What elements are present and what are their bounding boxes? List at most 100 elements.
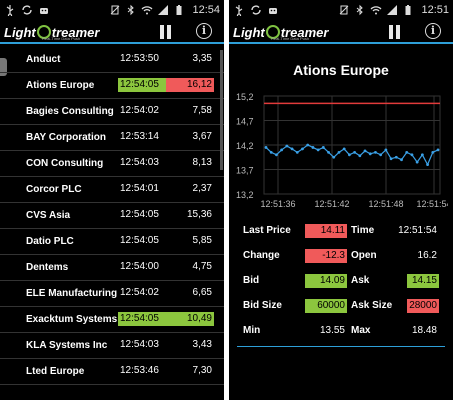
max-value: 18.48	[411, 325, 437, 336]
data-point	[285, 144, 289, 148]
no-sim-icon	[340, 5, 349, 15]
stock-name: Lted Europe	[26, 366, 85, 377]
info-button[interactable]: i	[425, 23, 441, 39]
list-item[interactable]: Dentems 12:54:00 4,75	[0, 255, 224, 281]
stock-price: 4,75	[192, 261, 212, 272]
data-point	[332, 155, 336, 159]
stock-name: Anduct	[26, 54, 61, 65]
stock-time: 12:54:02	[120, 105, 159, 116]
data-point	[275, 153, 278, 157]
list-item[interactable]: BAY Corporation 12:53:14 3,67	[0, 125, 224, 151]
stock-name: Corcor PLC	[26, 184, 82, 195]
stock-time: 12:54:03	[120, 157, 159, 168]
data-point	[306, 143, 310, 147]
stock-price: 3,35	[192, 53, 212, 64]
data-point	[264, 146, 268, 149]
stock-time: 12:54:03	[120, 339, 159, 350]
sync-icon	[251, 5, 261, 15]
stock-price: 3,43	[192, 339, 212, 350]
data-point	[353, 150, 357, 154]
time-label: Time	[351, 225, 375, 236]
list-item[interactable]: Datio PLC 12:54:05 5,85	[0, 229, 224, 255]
list-item[interactable]: CVS Asia 12:54:05 15,36	[0, 203, 224, 229]
stock-name: CON Consulting	[26, 158, 104, 169]
list-item[interactable]: Anduct 12:53:50 3,35	[0, 47, 224, 73]
status-bar: 12:54	[0, 0, 224, 20]
ask-size-value: 28000	[407, 299, 439, 313]
stock-time: 12:53:46	[120, 365, 159, 376]
usb-icon	[6, 5, 14, 16]
signal-icon	[387, 5, 398, 15]
info-button[interactable]: i	[196, 23, 212, 39]
wifi-icon	[142, 6, 153, 15]
lightstreamer-logo: Light treamer Real-Time Data Push	[233, 23, 328, 42]
stock-price: 10,49	[166, 312, 214, 326]
bluetooth-icon	[128, 4, 135, 16]
scrollbar[interactable]	[220, 50, 223, 170]
list-item[interactable]: Ations Europe 12:54:05 16,12	[0, 73, 224, 99]
bid-size-value: 60000	[305, 299, 347, 313]
info-icon: i	[430, 24, 436, 37]
y-tick-label: 13,7	[236, 166, 254, 176]
data-point	[327, 150, 330, 154]
stock-name: Ations Europe	[26, 80, 95, 91]
left-phone-screen: 12:54 Light treamer Real-Time Data Push i…	[0, 0, 224, 400]
stock-time: 12:54:05	[118, 78, 166, 92]
data-point	[436, 148, 440, 152]
data-point	[316, 148, 320, 152]
stock-title: Ations Europe	[293, 62, 389, 78]
data-point	[374, 150, 377, 154]
list-item[interactable]: KLA Systems Inc 12:54:03 3,43	[0, 333, 224, 359]
battery-icon	[176, 5, 182, 15]
list-item[interactable]: Lted Europe 12:53:46 7,30	[0, 359, 224, 385]
pause-button[interactable]	[389, 25, 403, 39]
y-tick-label: 15,2	[236, 92, 254, 102]
x-tick-label: 12:51:48	[368, 199, 403, 209]
data-point	[379, 153, 383, 157]
data-point	[337, 150, 341, 154]
data-point	[431, 150, 435, 154]
status-time: 12:51	[421, 4, 449, 16]
stock-time: 12:54:00	[120, 261, 159, 272]
data-point	[295, 150, 299, 154]
change-label: Change	[243, 250, 280, 261]
data-point	[405, 150, 409, 154]
stock-name: BAY Corporation	[26, 132, 107, 143]
price-chart: 15,2 14,7 14,2 13,7 13,2 12:51:36 12:51:42 12:5…	[236, 92, 448, 209]
pause-icon	[389, 25, 393, 39]
lightstreamer-logo: Light treamer Real-Time Data Push	[4, 23, 99, 42]
data-point	[400, 158, 403, 162]
max-label: Max	[351, 325, 371, 336]
battery-icon	[405, 5, 411, 15]
right-phone-screen: 12:51 Light treamer Real-Time Data Push i…	[229, 0, 453, 400]
info-icon: i	[201, 24, 207, 37]
stock-price: 15,36	[186, 209, 212, 220]
list-item[interactable]: CON Consulting 12:54:03 8,13	[0, 151, 224, 177]
stock-time: 12:53:14	[120, 131, 159, 142]
stock-name: Bagies Consulting	[26, 106, 114, 117]
pause-button[interactable]	[160, 25, 174, 39]
x-tick-label: 12:51:54	[416, 199, 448, 209]
list-item[interactable]: ELE Manufacturing 12:54:02 6,65	[0, 281, 224, 307]
data-point	[290, 147, 294, 151]
data-point	[342, 147, 346, 151]
list-item[interactable]: Bagies Consulting 12:54:02 7,58	[0, 99, 224, 125]
stock-name: ELE Manufacturing	[26, 288, 118, 299]
stock-time: 12:53:50	[120, 53, 159, 64]
list-item[interactable]: Exacktum Systems 12:54:05 10,49	[0, 307, 224, 333]
pause-icon	[160, 25, 164, 39]
status-bar: 12:51	[229, 0, 453, 20]
data-point	[389, 157, 393, 161]
stock-name: CVS Asia	[26, 210, 71, 221]
stock-time: 12:54:01	[120, 183, 159, 194]
stock-name: Dentems	[26, 262, 69, 273]
stock-price: 8,13	[192, 157, 212, 168]
stock-price: 3,67	[192, 131, 212, 142]
stock-time: 12:54:02	[120, 287, 159, 298]
logo-tagline: Real-Time Data Push	[271, 36, 310, 41]
stock-price: 5,85	[192, 235, 212, 246]
ask-size-label: Ask Size	[351, 300, 393, 311]
list-item[interactable]: Corcor PLC 12:54:01 2,37	[0, 177, 224, 203]
data-point	[269, 150, 273, 154]
data-point	[363, 149, 367, 153]
